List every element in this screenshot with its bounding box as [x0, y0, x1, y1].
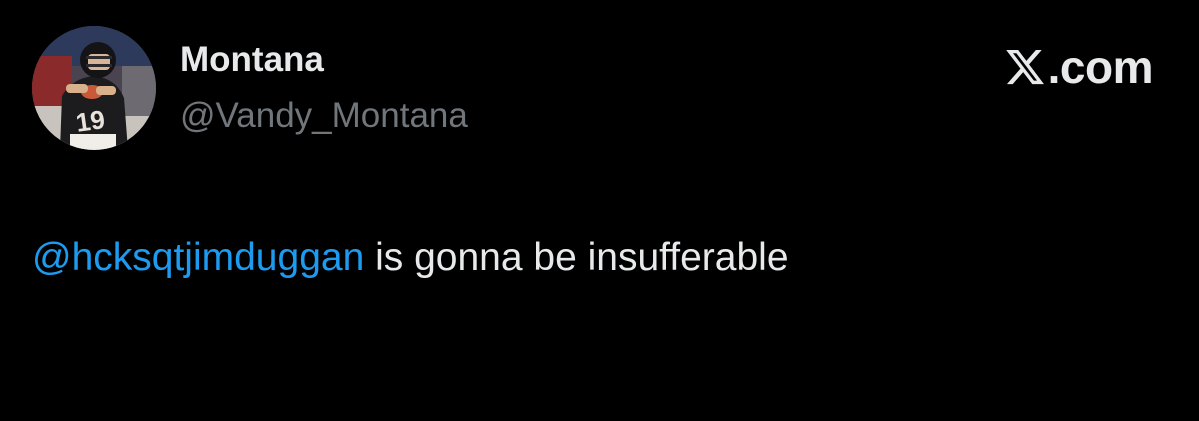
- avatar[interactable]: 19: [32, 26, 156, 150]
- x-logo-icon: [1005, 49, 1044, 85]
- brand-text: .com: [1047, 41, 1154, 93]
- profile-photo-icon: 19: [32, 26, 156, 150]
- tweet-body-text: is gonna be insufferable: [364, 236, 789, 279]
- mention-link[interactable]: @hcksqtjimduggan: [32, 236, 364, 279]
- tweet-card: 19 Montana @Vandy_Montana .com @hcksqtji…: [0, 0, 1199, 421]
- author-handle[interactable]: @Vandy_Montana: [180, 96, 468, 136]
- svg-text:19: 19: [74, 104, 107, 138]
- tweet-body: @hcksqtjimduggan is gonna be insufferabl…: [32, 234, 789, 282]
- author-display-name[interactable]: Montana: [180, 40, 324, 80]
- x-brand-watermark: .com: [1004, 41, 1154, 93]
